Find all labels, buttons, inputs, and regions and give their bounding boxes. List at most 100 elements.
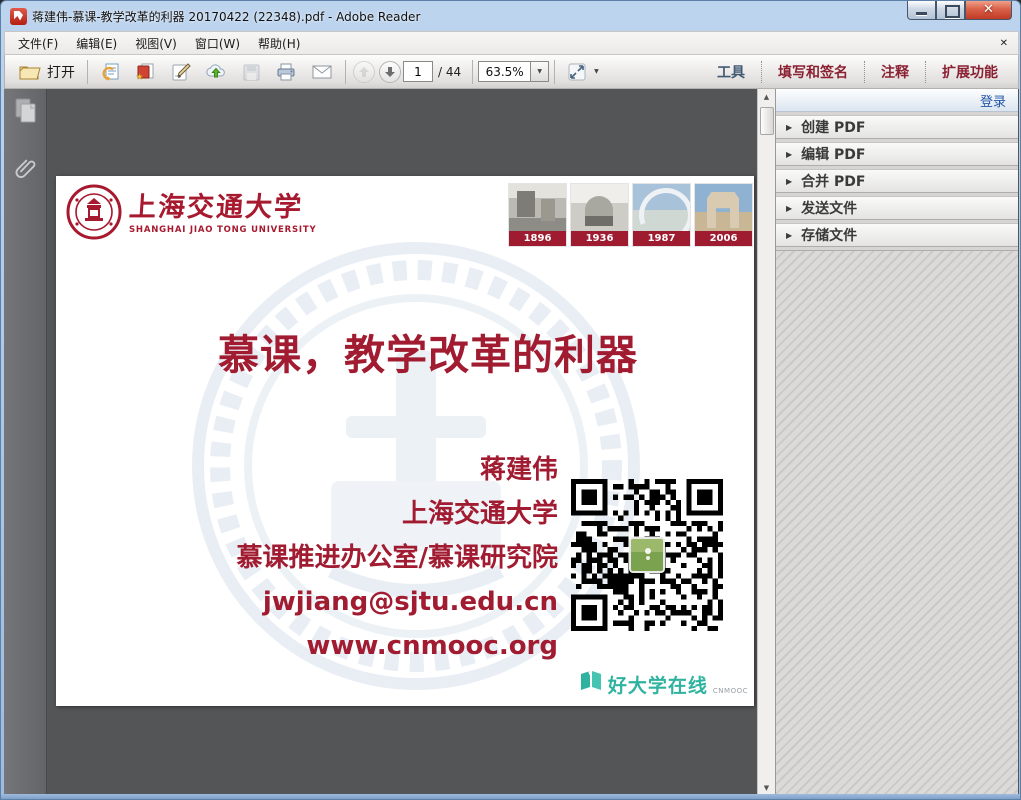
create-pdf-accordion[interactable]: ▶ 创建 PDF	[776, 115, 1018, 139]
photo-1987: 1987	[633, 184, 690, 246]
print-button[interactable]	[268, 58, 304, 86]
store-files-accordion[interactable]: ▶ 存储文件	[776, 223, 1018, 247]
arrow-down-icon	[384, 66, 396, 78]
close-button[interactable]: ✕	[965, 1, 1012, 20]
arrow-up-icon	[358, 66, 370, 78]
photo-image	[633, 184, 690, 231]
create-pdf-button[interactable]	[128, 58, 163, 86]
resize-arrows-icon	[567, 62, 587, 82]
wechat-qr-code	[571, 479, 723, 631]
author-name: 蒋建伟	[237, 448, 559, 492]
email-button[interactable]	[304, 58, 340, 86]
accordion-label: 存储文件	[801, 225, 857, 245]
accordion-label: 创建 PDF	[801, 117, 865, 137]
next-page-button[interactable]	[379, 61, 401, 83]
campus-history-photos: 1896 1936 1987 2006	[509, 184, 752, 246]
print-icon	[275, 62, 297, 82]
menu-edit[interactable]: 编辑(E)	[67, 32, 126, 55]
extended-features-panel-button[interactable]: 扩展功能	[928, 57, 1012, 87]
scroll-up-button[interactable]: ▲	[758, 89, 775, 105]
tools-panel: 登录 ▶ 创建 PDF ▶ 编辑 PDF ▶ 合并 PDF ▶ 发送文件 ▶ 存…	[775, 89, 1018, 796]
close-icon: ✕	[983, 2, 994, 17]
open-book-icon	[579, 670, 603, 696]
cloud-upload-button[interactable]	[198, 58, 234, 86]
photo-year-label: 2006	[695, 231, 752, 246]
menubar-close-icon[interactable]: ✕	[1000, 38, 1008, 49]
create-pdf-icon	[135, 62, 156, 82]
scrollbar-thumb[interactable]	[760, 107, 774, 135]
chevron-right-icon: ▶	[786, 231, 792, 240]
slide-title: 慕课，教学改革的利器	[56, 321, 754, 381]
photo-image	[695, 184, 752, 231]
toolbar-separator	[554, 60, 555, 84]
sjtu-logo-chinese: 上海交通大学	[128, 193, 318, 223]
comment-panel-button[interactable]: 注释	[867, 57, 923, 87]
menu-help[interactable]: 帮助(H)	[249, 32, 309, 55]
document-area[interactable]: 上海交通大学 SHANGHAI JIAO TONG UNIVERSITY 189…	[47, 89, 757, 796]
signin-link[interactable]: 登录	[980, 91, 1006, 110]
attachments-button[interactable]	[12, 151, 38, 191]
open-button[interactable]: 打开	[11, 58, 82, 86]
combine-pdf-accordion[interactable]: ▶ 合并 PDF	[776, 169, 1018, 193]
previous-page-button[interactable]	[353, 61, 375, 83]
toolbar-dotted-separator	[925, 61, 926, 83]
zoom-dropdown-button[interactable]: ▼	[530, 61, 549, 82]
photo-image	[509, 184, 566, 231]
sign-button[interactable]	[163, 58, 198, 86]
chevron-right-icon: ▶	[786, 150, 792, 159]
author-university: 上海交通大学	[237, 492, 559, 536]
pdf-page: 上海交通大学 SHANGHAI JIAO TONG UNIVERSITY 189…	[56, 176, 754, 706]
chevron-right-icon: ▶	[786, 177, 792, 186]
scroll-up-icon: ▲	[764, 93, 769, 101]
restore-button[interactable]	[936, 1, 965, 20]
minimize-button[interactable]	[907, 1, 936, 20]
signin-band: 登录	[776, 89, 1018, 112]
qr-center-photo	[629, 537, 665, 573]
vertical-scrollbar[interactable]: ▲ ▼	[757, 89, 775, 796]
toolbar-separator	[472, 60, 473, 84]
tools-panel-button[interactable]: 工具	[703, 57, 759, 87]
accordion-label: 发送文件	[801, 198, 857, 218]
window-title: 蒋建伟-慕课-教学改革的利器 20170422 (22348).pdf - Ad…	[32, 8, 420, 25]
main-area: 上海交通大学 SHANGHAI JIAO TONG UNIVERSITY 189…	[4, 89, 1019, 796]
page-number-input[interactable]	[403, 61, 433, 82]
author-website: www.cnmooc.org	[237, 624, 559, 668]
menu-view[interactable]: 视图(V)	[126, 32, 186, 55]
chevron-down-icon: ▼	[594, 68, 599, 75]
edit-pdf-accordion[interactable]: ▶ 编辑 PDF	[776, 142, 1018, 166]
email-icon	[311, 62, 333, 82]
cnmooc-logo-subtext: CNMOOC	[713, 687, 748, 695]
save-button[interactable]	[234, 58, 268, 86]
author-email: jwjiang@sjtu.edu.cn	[237, 580, 559, 624]
photo-1936: 1936	[571, 184, 628, 246]
accordion-label: 编辑 PDF	[801, 144, 865, 164]
page-thumbnails-button[interactable]	[12, 97, 38, 129]
adobe-reader-icon	[10, 8, 27, 25]
share-document-icon	[100, 62, 121, 82]
zoom-level-input[interactable]: 63.5%	[478, 61, 530, 82]
cnmooc-logo-text: 好大学在线	[608, 676, 708, 696]
photo-year-label: 1896	[509, 231, 566, 246]
fill-sign-panel-button[interactable]: 填写和签名	[764, 57, 862, 87]
menu-window[interactable]: 窗口(W)	[186, 32, 249, 55]
folder-icon	[18, 62, 42, 82]
toolbar-dotted-separator	[864, 61, 865, 83]
adobe-reader-window: 蒋建伟-慕课-教学改革的利器 20170422 (22348).pdf - Ad…	[0, 0, 1021, 800]
menubar: 文件(F) 编辑(E) 视图(V) 窗口(W) 帮助(H) ✕	[4, 31, 1019, 55]
photo-year-label: 1987	[633, 231, 690, 246]
scroll-down-icon: ▼	[764, 784, 769, 792]
photo-year-label: 1936	[571, 231, 628, 246]
share-document-button[interactable]	[93, 58, 128, 86]
toolbar: 打开	[4, 55, 1019, 89]
chevron-right-icon: ▶	[786, 204, 792, 213]
toolbar-dotted-separator	[761, 61, 762, 83]
sjtu-seal-icon	[66, 184, 122, 244]
window-controls: ✕	[907, 1, 1012, 20]
menu-file[interactable]: 文件(F)	[9, 32, 67, 55]
send-files-accordion[interactable]: ▶ 发送文件	[776, 196, 1018, 220]
chevron-down-icon: ▼	[537, 68, 542, 75]
fit-window-button[interactable]: ▼	[560, 58, 606, 86]
window-bottom-border	[1, 794, 1020, 799]
photo-1896: 1896	[509, 184, 566, 246]
author-block: 蒋建伟 上海交通大学 慕课推进办公室/慕课研究院 jwjiang@sjtu.ed…	[237, 448, 559, 668]
